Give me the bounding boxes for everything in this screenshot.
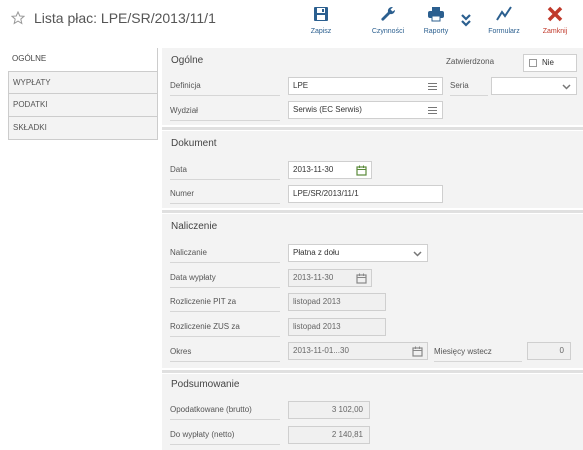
row-underline xyxy=(170,203,280,204)
more-dropdown-button[interactable] xyxy=(456,0,476,40)
approved-label: Zatwierdzona xyxy=(446,57,495,66)
paydate-label: Data wypłaty xyxy=(170,273,216,282)
calendar-icon[interactable] xyxy=(412,346,423,357)
zigzag-chart-icon xyxy=(496,6,512,21)
date-field[interactable]: 2013-11-30 xyxy=(288,161,372,179)
row-underline xyxy=(434,361,522,362)
form-label: Formularz xyxy=(488,28,520,35)
nav-item-taxes[interactable]: PODATKI xyxy=(8,94,158,117)
general-section: Ogólne Zatwierdzona Nie Definicja LPE Se… xyxy=(162,48,583,125)
header: Lista płac: LPE/SR/2013/11/1 Zapisz Czyn… xyxy=(0,0,583,40)
close-label: Zamknij xyxy=(542,28,568,35)
list-icon[interactable] xyxy=(427,105,438,116)
chevron-down-icon xyxy=(413,251,422,257)
row-underline xyxy=(170,336,280,337)
date-label: Data xyxy=(170,165,187,174)
summary-section-title: Podsumowanie xyxy=(171,379,240,390)
close-button[interactable]: Zamknij xyxy=(533,0,577,40)
definition-field[interactable]: LPE xyxy=(288,77,443,95)
row-underline xyxy=(170,120,280,121)
approved-value: Nie xyxy=(542,58,555,67)
payout-field: 2 140,81 xyxy=(288,426,370,444)
wrench-icon xyxy=(381,6,396,21)
actions-button[interactable]: Czynności xyxy=(366,0,410,40)
pit-label: Rozliczenie PIT za xyxy=(170,297,237,306)
number-label: Numer xyxy=(170,189,195,198)
row-underline xyxy=(170,179,280,180)
calendar-icon[interactable] xyxy=(356,273,367,284)
row-underline xyxy=(170,444,280,445)
nav-item-payouts[interactable]: WYPŁATY xyxy=(8,71,158,94)
paydate-value: 2013-11-30 xyxy=(293,273,334,282)
section-separator xyxy=(162,370,583,373)
zus-field: listopad 2013 xyxy=(288,318,386,336)
row-underline xyxy=(450,95,488,96)
save-button[interactable]: Zapisz xyxy=(301,0,341,40)
department-field[interactable]: Serwis (EC Serwis) xyxy=(288,101,443,119)
date-value: 2013-11-30 xyxy=(293,165,334,174)
period-field[interactable]: 2013-11-01...30 xyxy=(288,342,428,360)
series-select[interactable] xyxy=(491,77,577,95)
save-label: Zapisz xyxy=(310,28,332,35)
reports-label: Raporty xyxy=(423,28,449,35)
payout-label: Do wypłaty (netto) xyxy=(170,430,235,439)
page-title: Lista płac: LPE/SR/2013/11/1 xyxy=(34,10,216,26)
general-section-title: Ogólne xyxy=(171,55,204,66)
approved-checkbox[interactable]: Nie xyxy=(523,54,577,72)
floppy-disk-icon xyxy=(314,7,328,21)
document-section: Dokument Data 2013-11-30 Numer LPE/SR/20… xyxy=(162,131,583,208)
pit-field: listopad 2013 xyxy=(288,293,386,311)
nav-item-general[interactable]: OGÓLNE xyxy=(8,48,158,71)
row-underline xyxy=(170,311,280,312)
actions-label: Czynności xyxy=(371,28,405,35)
row-underline xyxy=(170,262,280,263)
calculation-value: Płatna z dołu xyxy=(293,248,340,257)
row-underline xyxy=(170,361,280,362)
definition-value: LPE xyxy=(293,81,309,90)
double-chevron-down-icon xyxy=(461,14,471,27)
calculation-section: Naliczenie Naliczanie Płatna z dołu Data… xyxy=(162,214,583,368)
row-underline xyxy=(170,419,280,420)
calendar-icon[interactable] xyxy=(356,165,367,176)
department-value: Serwis (EC Serwis) xyxy=(293,105,362,114)
paydate-field[interactable]: 2013-11-30 xyxy=(288,269,372,287)
section-separator xyxy=(162,127,583,130)
period-value: 2013-11-01...30 xyxy=(293,346,349,355)
department-label: Wydział xyxy=(170,106,198,115)
months-back-field[interactable]: 0 xyxy=(527,342,571,360)
summary-section: Podsumowanie Opodatkowane (brutto) 3 102… xyxy=(162,374,583,450)
section-nav: OGÓLNE WYPŁATY PODATKI SKŁADKI xyxy=(8,48,158,140)
row-underline xyxy=(170,95,280,96)
form-button[interactable]: Formularz xyxy=(482,0,526,40)
number-field[interactable]: LPE/SR/2013/11/1 xyxy=(288,185,443,203)
list-icon[interactable] xyxy=(427,81,438,92)
period-label: Okres xyxy=(170,347,192,356)
series-label: Seria xyxy=(450,81,469,90)
section-separator xyxy=(162,210,583,213)
nav-item-contributions[interactable]: SKŁADKI xyxy=(8,117,158,140)
reports-button[interactable]: Raporty xyxy=(417,0,455,40)
chevron-down-icon xyxy=(562,84,571,90)
months-back-label: Miesięcy wstecz xyxy=(434,347,492,356)
row-underline xyxy=(170,287,280,288)
zus-label: Rozliczenie ZUS za xyxy=(170,322,240,331)
definition-label: Definicja xyxy=(170,81,201,90)
close-icon xyxy=(547,6,563,22)
star-icon[interactable] xyxy=(11,11,25,25)
taxed-label: Opodatkowane (brutto) xyxy=(170,405,252,414)
taxed-field: 3 102,00 xyxy=(288,401,370,419)
checkbox-square xyxy=(529,59,537,67)
calculation-label: Naliczanie xyxy=(170,248,207,257)
document-section-title: Dokument xyxy=(171,138,217,149)
calculation-section-title: Naliczenie xyxy=(171,221,218,232)
calculation-select[interactable]: Płatna z dołu xyxy=(288,244,428,262)
printer-icon xyxy=(428,7,444,22)
